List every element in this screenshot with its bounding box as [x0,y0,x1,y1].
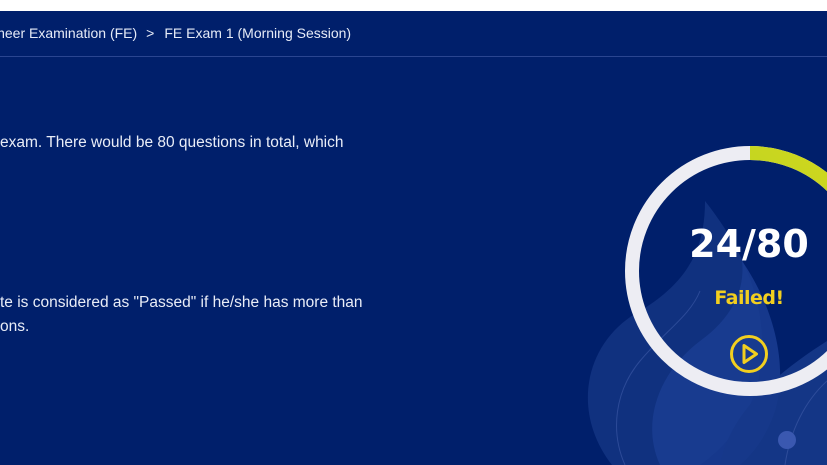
play-circle-icon[interactable] [729,334,769,374]
score-value: 24/80 [689,222,809,266]
exam-result-panel: ineer Examination (FE) > FE Exam 1 (Mornin… [0,11,827,465]
top-white-strip [0,0,827,11]
result-status: Failed! [714,287,784,309]
